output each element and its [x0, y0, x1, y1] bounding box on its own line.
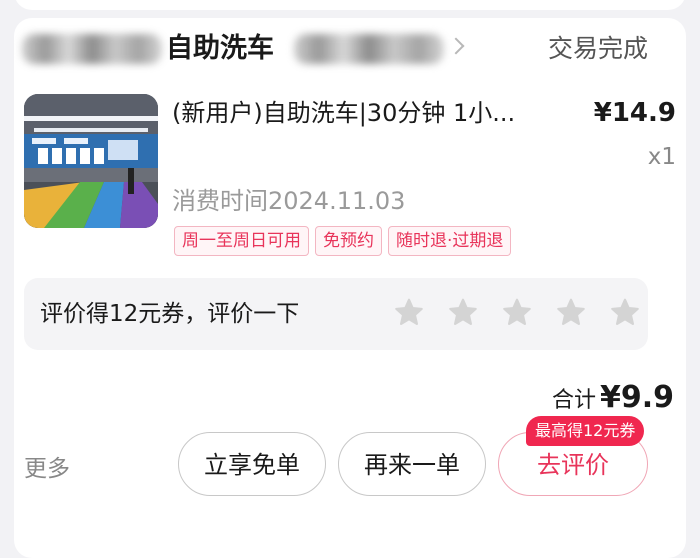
star-icon[interactable] — [446, 296, 480, 330]
star-rating — [392, 296, 642, 330]
tag-list: 周一至周日可用 免预约 随时退·过期退 — [174, 226, 512, 256]
consume-time: 消费时间2024.11.03 — [172, 187, 406, 215]
star-icon[interactable] — [392, 296, 426, 330]
star-icon[interactable] — [554, 296, 588, 330]
order-header[interactable]: 自助洗车 交易完成 — [22, 26, 648, 72]
product-quantity: x1 — [647, 144, 676, 170]
review-prompt-text: 评价得12元券，评价一下 — [40, 301, 300, 327]
order-status: 交易完成 — [547, 34, 648, 63]
product-title[interactable]: (新用户)自助洗车|30分钟 1小... — [172, 96, 552, 130]
redacted-shop-prefix — [22, 34, 162, 64]
tag-refund: 随时退·过期退 — [388, 226, 512, 256]
star-icon[interactable] — [500, 296, 534, 330]
tag-weekdays: 周一至周日可用 — [174, 226, 309, 256]
star-icon[interactable] — [608, 296, 642, 330]
review-prompt-box: 评价得12元券，评价一下 — [24, 278, 648, 350]
product-price: ¥14.9 — [593, 98, 676, 128]
shop-name[interactable]: 自助洗车 — [166, 30, 274, 68]
previous-card-edge — [14, 0, 686, 10]
reorder-button[interactable]: 再来一单 — [338, 432, 486, 496]
car-wash-photo-icon — [24, 94, 158, 228]
chevron-right-icon[interactable] — [447, 37, 465, 55]
more-button[interactable]: 更多 — [24, 452, 70, 486]
review-coupon-badge: 最高得12元券 — [526, 416, 645, 446]
free-order-button[interactable]: 立享免单 — [178, 432, 326, 496]
total-label: 合计 — [551, 388, 596, 413]
tag-no-reservation: 免预约 — [315, 226, 382, 256]
redacted-shop-suffix — [294, 34, 444, 64]
total-amount: ¥9.9 — [599, 380, 674, 415]
product-thumbnail[interactable] — [24, 94, 158, 228]
